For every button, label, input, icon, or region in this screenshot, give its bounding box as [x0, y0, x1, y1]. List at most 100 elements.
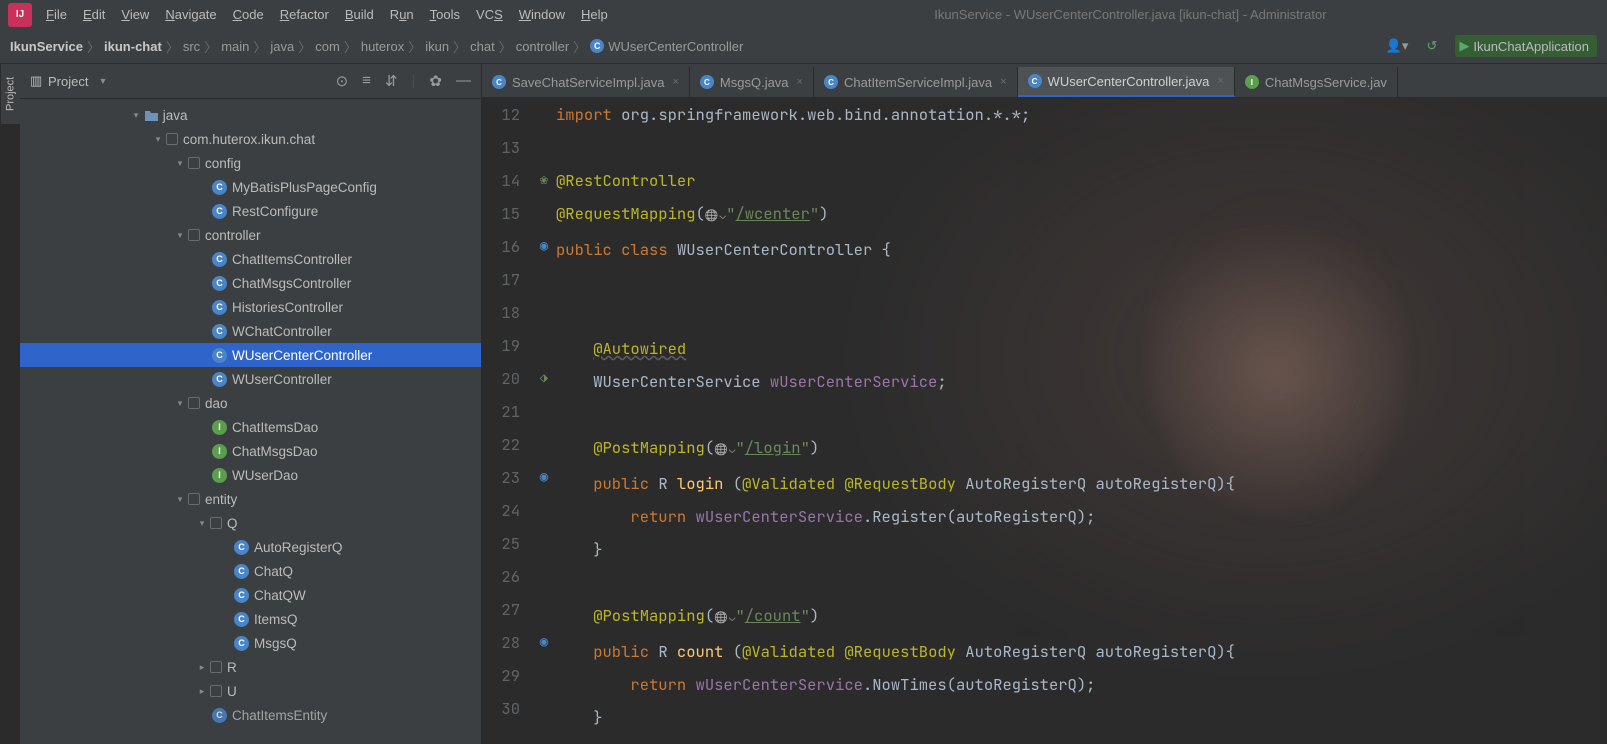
close-icon[interactable]: ×: [1000, 76, 1006, 88]
code-editor[interactable]: 12131415161718192021222324252627282930 ❀…: [482, 98, 1607, 744]
close-icon[interactable]: ×: [672, 76, 678, 88]
interface-icon: I: [212, 444, 227, 459]
tree-folder-controller[interactable]: ▾controller: [20, 223, 481, 247]
class-icon: C: [212, 252, 227, 267]
crumb-ikun[interactable]: ikun: [425, 39, 449, 54]
tree-item[interactable]: CChatMsgsController: [20, 271, 481, 295]
package-icon: [166, 133, 178, 145]
breadcrumb: IkunService〉 ikun-chat〉 src〉 main〉 java〉…: [10, 37, 743, 56]
tree-folder-r[interactable]: ▸R: [20, 655, 481, 679]
play-icon: ▶: [1459, 38, 1469, 54]
bean-icon[interactable]: ⬗: [532, 362, 556, 395]
package-icon: [210, 685, 222, 697]
menu-vcs[interactable]: VCS: [470, 3, 509, 26]
menu-window[interactable]: Window: [513, 3, 571, 26]
crumb-controller[interactable]: controller: [516, 39, 569, 54]
expand-icon[interactable]: ≡: [362, 72, 371, 90]
close-icon[interactable]: ×: [797, 76, 803, 88]
hide-icon[interactable]: —: [456, 72, 471, 90]
tree-item[interactable]: CChatQW: [20, 583, 481, 607]
tab-active[interactable]: CWUserCenterController.java×: [1018, 67, 1235, 97]
tree-item[interactable]: IChatItemsDao: [20, 415, 481, 439]
tree-item[interactable]: CMyBatisPlusPageConfig: [20, 175, 481, 199]
tree-item[interactable]: CRestConfigure: [20, 199, 481, 223]
package-icon: [210, 661, 222, 673]
project-tool-tab[interactable]: Project: [0, 64, 20, 124]
close-icon[interactable]: ×: [1217, 75, 1223, 87]
tree-item[interactable]: IChatMsgsDao: [20, 439, 481, 463]
class-icon: C: [212, 348, 227, 363]
navigation-bar: IkunService〉 ikun-chat〉 src〉 main〉 java〉…: [0, 29, 1607, 64]
settings-icon[interactable]: ✿: [429, 72, 442, 90]
editor-tabs: CSaveChatServiceImpl.java× CMsgsQ.java× …: [482, 64, 1607, 98]
tree-label: ChatItemsController: [232, 252, 352, 267]
tree-item[interactable]: CWChatController: [20, 319, 481, 343]
menu-build[interactable]: Build: [339, 3, 380, 26]
menu-refactor[interactable]: Refactor: [274, 3, 335, 26]
tree-item[interactable]: CWUserController: [20, 367, 481, 391]
tree-item[interactable]: CChatItemsEntity: [20, 703, 481, 727]
tab[interactable]: CChatItemServiceImpl.java×: [814, 67, 1018, 97]
crumb-huterox[interactable]: huterox: [361, 39, 404, 54]
class-icon: C: [234, 540, 249, 555]
menu-tools[interactable]: Tools: [424, 3, 466, 26]
menu-code[interactable]: Code: [227, 3, 270, 26]
tree-item[interactable]: CMsgsQ: [20, 631, 481, 655]
crumb-main[interactable]: main: [221, 39, 249, 54]
menu-help[interactable]: Help: [575, 3, 614, 26]
endpoint-icon[interactable]: ◉: [532, 626, 556, 659]
locate-icon[interactable]: ⊙: [336, 72, 349, 90]
tree-label: R: [227, 660, 237, 675]
crumb-project[interactable]: IkunService: [10, 39, 83, 54]
crumb-com[interactable]: com: [315, 39, 340, 54]
tree-item[interactable]: CChatQ: [20, 559, 481, 583]
interface-icon: I: [212, 468, 227, 483]
menu-view[interactable]: View: [115, 3, 155, 26]
menu-file[interactable]: File: [40, 3, 73, 26]
tree-folder-dao[interactable]: ▾dao: [20, 391, 481, 415]
tab-label: ChatMsgsService.jav: [1265, 75, 1387, 90]
endpoint-icon[interactable]: ◉: [532, 461, 556, 494]
tab[interactable]: CMsgsQ.java×: [690, 67, 814, 97]
tab[interactable]: CSaveChatServiceImpl.java×: [482, 67, 690, 97]
build-hammer-icon[interactable]: ↺: [1426, 38, 1437, 54]
tree-label: AutoRegisterQ: [254, 540, 343, 555]
crumb-java[interactable]: java: [270, 39, 294, 54]
user-icon[interactable]: 👤▾: [1386, 38, 1409, 54]
tree-folder-config[interactable]: ▾config: [20, 151, 481, 175]
tree-folder-q[interactable]: ▾Q: [20, 511, 481, 535]
tree-label: config: [205, 156, 241, 171]
tree-item[interactable]: CItemsQ: [20, 607, 481, 631]
crumb-class[interactable]: WUserCenterController: [608, 39, 743, 54]
crumb-chat[interactable]: chat: [470, 39, 495, 54]
tree-label: MsgsQ: [254, 636, 297, 651]
crumb-module[interactable]: ikun-chat: [104, 39, 162, 54]
class-icon: C: [234, 612, 249, 627]
menu-run[interactable]: Run: [384, 3, 420, 26]
package-icon: [188, 157, 200, 169]
tree-label: WUserCenterController: [232, 348, 372, 363]
tree-package[interactable]: ▾com.huterox.ikun.chat: [20, 127, 481, 151]
tree-item[interactable]: C AutoRegisterQ: [20, 535, 481, 559]
crumb-src[interactable]: src: [183, 39, 200, 54]
tree-label: U: [227, 684, 237, 699]
project-view-selector[interactable]: ▥ Project ▼: [30, 73, 107, 89]
tree-label: ChatQ: [254, 564, 293, 579]
endpoint-icon[interactable]: ◉: [532, 230, 556, 263]
run-config-selector[interactable]: ▶IkunChatApplication: [1455, 35, 1597, 57]
tree-item[interactable]: C ChatItemsController: [20, 247, 481, 271]
tree-item-selected[interactable]: C WUserCenterController: [20, 343, 481, 367]
tree-folder-u[interactable]: ▸U: [20, 679, 481, 703]
tree-folder-entity[interactable]: ▾entity: [20, 487, 481, 511]
tree-label: ChatItemsDao: [232, 420, 318, 435]
tree-folder-java[interactable]: ▾ java: [20, 103, 481, 127]
menu-edit[interactable]: Edit: [77, 3, 111, 26]
tree-item[interactable]: I WUserDao: [20, 463, 481, 487]
tree-item[interactable]: CHistoriesController: [20, 295, 481, 319]
tab[interactable]: IChatMsgsService.jav: [1235, 67, 1398, 97]
menu-navigate[interactable]: Navigate: [159, 3, 222, 26]
tree-label: WUserDao: [232, 468, 298, 483]
code-content[interactable]: import org.springframework.web.bind.anno…: [556, 98, 1607, 744]
spring-icon[interactable]: ❀: [532, 164, 556, 197]
collapse-icon[interactable]: ⇵: [385, 72, 398, 90]
